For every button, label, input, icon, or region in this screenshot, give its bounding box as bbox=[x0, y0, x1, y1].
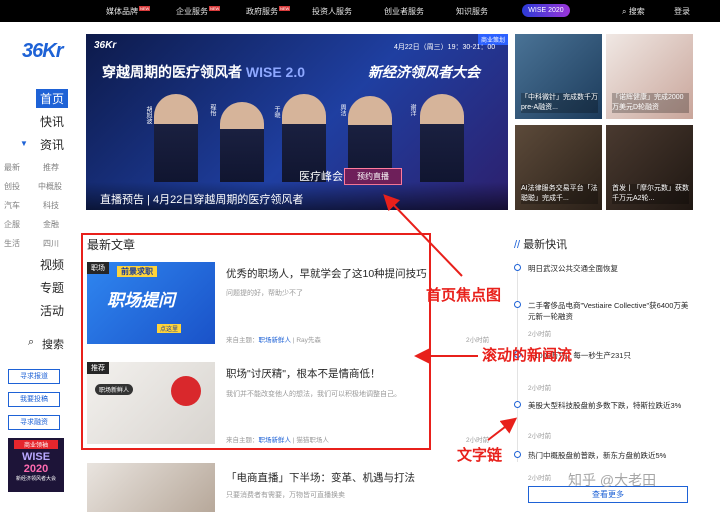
arrow-focus bbox=[383, 194, 463, 277]
annotation-focus: 首页焦点图 bbox=[426, 287, 502, 304]
arrow-textlink bbox=[487, 417, 518, 441]
watermark: 知乎 @大老田 bbox=[568, 472, 657, 488]
annotation-news: 滚动的新闻流 bbox=[482, 347, 573, 364]
annotation-arrows bbox=[383, 194, 518, 441]
annotation-textlink: 文字链 bbox=[457, 447, 503, 464]
